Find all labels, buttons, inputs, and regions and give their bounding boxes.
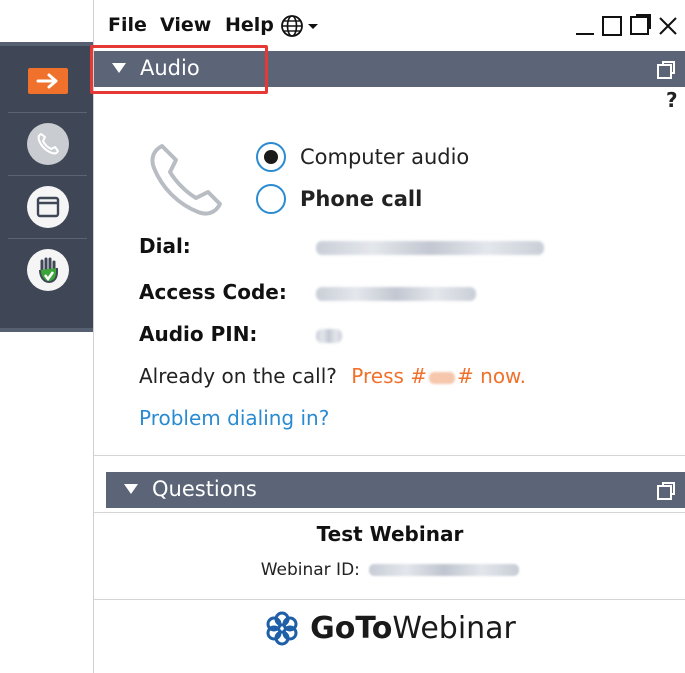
webinar-control-panel: File View Help Audio ? Computer audio Ph… — [93, 0, 685, 673]
screen-viewer-button[interactable] — [0, 176, 95, 238]
raise-hand-button[interactable] — [0, 239, 95, 301]
audio-pin-redacted — [316, 329, 342, 343]
phone-call-label: Phone call — [300, 187, 423, 211]
arrow-right-icon — [27, 68, 68, 94]
phone-handset-icon — [144, 138, 228, 226]
menu-file[interactable]: File — [108, 14, 147, 36]
close-icon[interactable] — [656, 12, 680, 38]
language-menu[interactable] — [280, 14, 319, 38]
phone-call-option[interactable]: Phone call — [256, 184, 422, 214]
computer-audio-radio[interactable] — [256, 142, 286, 172]
already-on-call-line: Already on the call? Press # # now. — [139, 364, 526, 388]
collapse-triangle-icon — [124, 484, 138, 494]
menu-bar: File View Help — [94, 0, 685, 48]
gotowebinar-logo: GoToWebinar — [94, 610, 685, 646]
access-code-redacted — [316, 287, 476, 301]
collapse-toolbar-button[interactable] — [0, 50, 95, 112]
webinar-title: Test Webinar — [316, 522, 464, 546]
computer-audio-option[interactable]: Computer audio — [256, 142, 469, 172]
minimize-icon[interactable] — [574, 12, 596, 38]
phone-call-radio[interactable] — [256, 184, 286, 214]
popout-window-icon[interactable] — [628, 12, 652, 38]
problem-dialing-link[interactable]: Problem dialing in? — [139, 406, 329, 430]
gotowebinar-wordmark: GoToWebinar — [310, 610, 516, 646]
press-instruction-suffix: # now. — [457, 364, 526, 388]
computer-audio-label: Computer audio — [300, 145, 470, 169]
questions-section-title: Questions — [152, 477, 257, 501]
popout-icon[interactable] — [656, 60, 676, 80]
side-toolbar — [0, 42, 95, 332]
window-icon — [26, 186, 69, 228]
webinar-id-label: Webinar ID: — [260, 560, 360, 580]
webinar-id-line: Webinar ID: — [94, 560, 685, 580]
raise-hand-icon — [26, 249, 69, 291]
questions-section-header[interactable]: Questions — [106, 472, 685, 508]
pin-redacted-inline — [427, 371, 457, 385]
already-on-call-text: Already on the call? — [139, 364, 337, 388]
globe-icon — [281, 15, 303, 37]
audio-header-highlight — [90, 45, 268, 94]
help-button[interactable]: ? — [666, 88, 678, 112]
audio-panel-button[interactable] — [0, 113, 95, 175]
phone-icon — [26, 123, 69, 165]
chevron-down-icon — [308, 24, 318, 29]
popout-icon[interactable] — [656, 481, 676, 501]
dial-label: Dial: — [139, 234, 191, 258]
gotowebinar-flower-icon — [266, 611, 298, 646]
access-code-label: Access Code: — [139, 280, 287, 304]
press-instruction-prefix: Press # — [351, 364, 428, 388]
maximize-icon[interactable] — [600, 12, 624, 38]
menu-view[interactable]: View — [160, 14, 211, 36]
webinar-id-redacted — [369, 564, 520, 576]
audio-pin-label: Audio PIN: — [139, 322, 258, 346]
dial-number-redacted — [316, 241, 544, 255]
menu-help[interactable]: Help — [225, 14, 274, 36]
